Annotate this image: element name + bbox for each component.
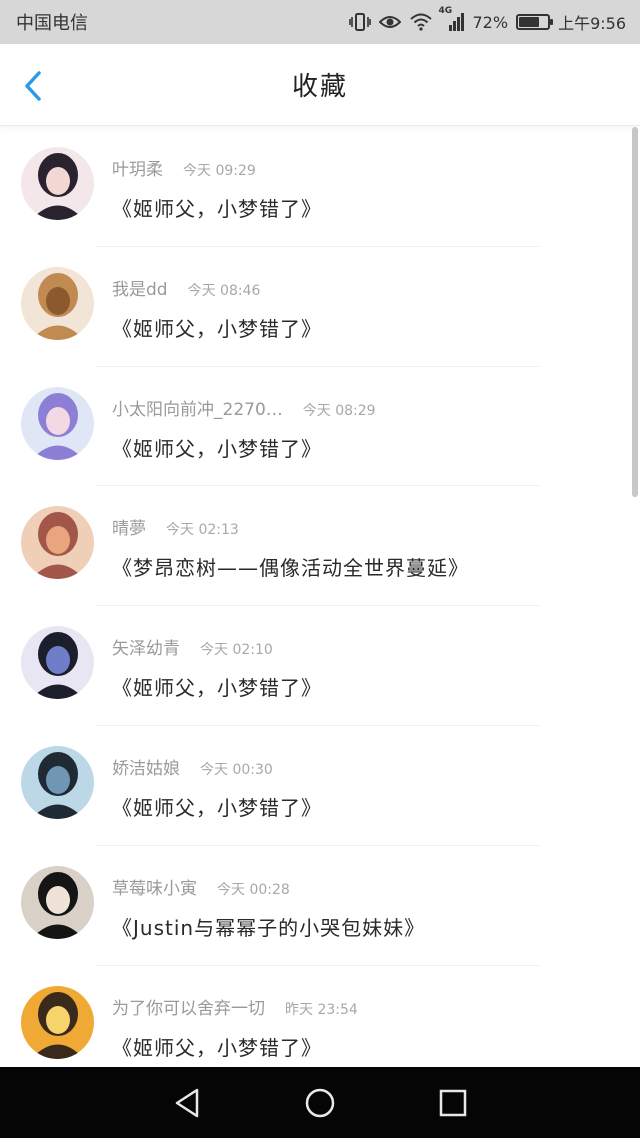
scrollbar[interactable] [632, 127, 638, 497]
book-title[interactable]: 《姬师父，小梦错了》 [112, 1032, 610, 1061]
circle-home-icon [305, 1088, 335, 1117]
book-title[interactable]: 《姬师父，小梦错了》 [112, 193, 610, 222]
favorite-meta: 为了你可以舍弃一切 昨天 23:54 [112, 994, 610, 1020]
timestamp: 今天 02:10 [200, 642, 273, 659]
clock-time: 上午9:56 [558, 14, 626, 33]
favorite-text: 叶玥柔 今天 09:29 《姬师父，小梦错了》 [112, 155, 610, 222]
favorites-list[interactable]: 叶玥柔 今天 09:29 《姬师父，小梦错了》 我是dd 今天 08:46 《姬师父，小梦… [0, 127, 630, 1067]
favorite-row[interactable]: 矢泽幼青 今天 02:10 《姬师父，小梦错了》 [0, 606, 630, 726]
avatar[interactable] [21, 506, 94, 580]
timestamp: 昨天 23:54 [285, 1001, 358, 1018]
favorite-text: 为了你可以舍弃一切 昨天 23:54 《姬师父，小梦错了》 [112, 994, 610, 1061]
status-bar: 中国电信 4G 72% 上午9:56 [0, 0, 640, 44]
favorite-text: 我是dd 今天 08:46 《姬师父，小梦错了》 [112, 275, 610, 342]
favorite-meta: 矢泽幼青 今天 02:10 [112, 634, 610, 660]
favorite-row[interactable]: 草莓味小寅 今天 00:28 《Justin与幂幂子的小哭包妹妹》 [0, 846, 630, 966]
timestamp: 今天 08:46 [187, 282, 261, 299]
favorite-meta: 小太阳向前冲_2270… 今天 08:29 [112, 395, 610, 421]
timestamp: 今天 02:13 [166, 522, 239, 539]
favorite-row[interactable]: 为了你可以舍弃一切 昨天 23:54 《姬师父，小梦错了》 [0, 966, 630, 1067]
username[interactable]: 我是dd [112, 275, 168, 300]
avatar[interactable] [21, 985, 94, 1059]
favorite-meta: 娇洁姑娘 今天 00:30 [112, 754, 610, 780]
favorite-meta: 草莓味小寅 今天 00:28 [112, 874, 610, 900]
avatar[interactable] [21, 266, 94, 340]
username[interactable]: 叶玥柔 [112, 155, 163, 180]
favorite-text: 草莓味小寅 今天 00:28 《Justin与幂幂子的小哭包妹妹》 [112, 874, 610, 941]
battery-level [519, 17, 540, 27]
favorite-row[interactable]: 叶玥柔 今天 09:29 《姬师父，小梦错了》 [0, 127, 630, 247]
system-nav-bar [0, 1067, 640, 1138]
nav-recents-button[interactable] [433, 1083, 473, 1123]
book-title[interactable]: 《姬师父，小梦错了》 [112, 672, 610, 701]
network-type-label: 4G [438, 6, 453, 16]
timestamp: 今天 00:30 [200, 761, 273, 778]
carrier-label: 中国电信 [16, 13, 88, 34]
username[interactable]: 矢泽幼青 [112, 634, 180, 659]
book-title[interactable]: 《姬师父，小梦错了》 [112, 792, 610, 821]
favorite-meta: 叶玥柔 今天 09:29 [112, 155, 610, 181]
back-button[interactable] [18, 70, 48, 102]
wifi-icon [409, 12, 433, 32]
app-header: 收藏 [0, 44, 640, 126]
favorite-text: 晴夢 今天 02:13 《梦昂恋树——偶像活动全世界蔓延》 [112, 514, 610, 581]
favorite-row[interactable]: 我是dd 今天 08:46 《姬师父，小梦错了》 [0, 247, 630, 367]
status-indicators: 4G 72% 上午9:56 [348, 6, 626, 34]
book-title[interactable]: 《姬师父，小梦错了》 [112, 433, 610, 462]
eye-icon [378, 12, 401, 32]
favorite-row[interactable]: 小太阳向前冲_2270… 今天 08:29 《姬师父，小梦错了》 [0, 367, 630, 487]
chevron-left-icon [25, 71, 41, 101]
square-recents-icon [440, 1089, 467, 1116]
username[interactable]: 草莓味小寅 [112, 874, 197, 899]
favorite-meta: 我是dd 今天 08:46 [112, 275, 610, 301]
favorite-row[interactable]: 娇洁姑娘 今天 00:30 《姬师父，小梦错了》 [0, 726, 630, 846]
avatar[interactable] [21, 386, 94, 460]
battery-percent: 72% [472, 12, 509, 32]
favorite-text: 小太阳向前冲_2270… 今天 08:29 《姬师父，小梦错了》 [112, 395, 610, 462]
username[interactable]: 为了你可以舍弃一切 [112, 994, 265, 1019]
favorite-text: 娇洁姑娘 今天 00:30 《姬师父，小梦错了》 [112, 754, 610, 821]
book-title[interactable]: 《梦昂恋树——偶像活动全世界蔓延》 [112, 552, 610, 581]
username[interactable]: 娇洁姑娘 [112, 754, 180, 779]
nav-home-button[interactable] [300, 1083, 340, 1123]
page-title: 收藏 [291, 72, 348, 102]
timestamp: 今天 08:29 [302, 402, 376, 419]
signal-icon: 4G [439, 6, 465, 32]
avatar[interactable] [21, 147, 94, 220]
book-title[interactable]: 《Justin与幂幂子的小哭包妹妹》 [112, 912, 610, 941]
book-title[interactable]: 《姬师父，小梦错了》 [112, 313, 610, 342]
username[interactable]: 小太阳向前冲_2270… [112, 395, 283, 420]
avatar[interactable] [21, 626, 94, 700]
battery-icon [516, 14, 554, 30]
favorite-row[interactable]: 晴夢 今天 02:13 《梦昂恋树——偶像活动全世界蔓延》 [0, 486, 630, 607]
favorite-text: 矢泽幼青 今天 02:10 《姬师父，小梦错了》 [112, 634, 610, 701]
avatar[interactable] [21, 745, 94, 819]
timestamp: 今天 00:28 [217, 881, 290, 898]
triangle-back-icon [175, 1088, 198, 1117]
timestamp: 今天 09:29 [183, 163, 256, 179]
username[interactable]: 晴夢 [112, 514, 146, 539]
nav-back-button[interactable] [167, 1083, 207, 1123]
avatar[interactable] [21, 865, 94, 939]
vibrate-icon [348, 12, 371, 32]
favorite-meta: 晴夢 今天 02:13 [112, 514, 610, 540]
